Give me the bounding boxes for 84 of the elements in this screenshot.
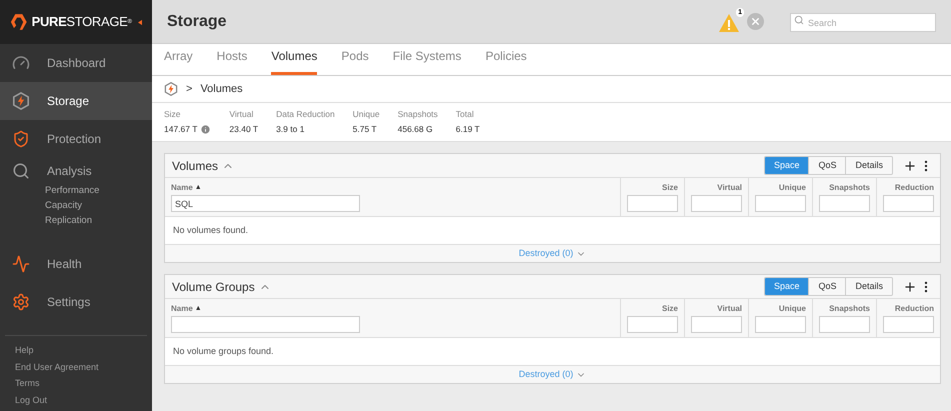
stat-value: 5.75 T — [352, 123, 377, 136]
stat-value: 3.9 to 1 — [276, 123, 304, 136]
nav-subitem[interactable]: Replication — [45, 214, 152, 227]
column-header[interactable]: Size — [662, 303, 678, 315]
gear-icon — [12, 293, 30, 311]
filter-field[interactable] — [819, 195, 870, 212]
logo-icon — [10, 12, 28, 32]
column-header[interactable]: Unique — [778, 182, 806, 194]
filter-field[interactable]: SQL — [171, 195, 360, 212]
lightning-hexagon-icon — [12, 92, 30, 110]
filter-field[interactable] — [819, 316, 870, 333]
add-icon[interactable] — [903, 280, 917, 294]
nav-subitem[interactable]: Capacity — [45, 199, 152, 212]
warning-icon[interactable] — [719, 14, 739, 32]
tab[interactable]: Policies — [485, 47, 527, 75]
view-toggle[interactable]: Space — [764, 278, 808, 295]
filter-field[interactable] — [627, 316, 678, 333]
destroyed-toggle[interactable]: Destroyed (0) — [518, 246, 586, 260]
filter-field[interactable] — [691, 195, 742, 212]
collapse-arrow-icon[interactable] — [138, 18, 142, 26]
nav-item[interactable]: Settings — [0, 283, 152, 321]
stat-value: 23.40 T — [229, 123, 258, 136]
magnifier-icon — [12, 162, 30, 180]
lightning-hexagon-icon — [164, 82, 178, 96]
empty-message: No volumes found. — [173, 224, 248, 237]
view-toggle[interactable]: Details — [845, 157, 892, 174]
filter-field[interactable] — [171, 316, 360, 333]
column-header[interactable]: Snapshots — [829, 303, 870, 315]
info-icon[interactable] — [200, 124, 212, 135]
tab[interactable]: Array — [164, 47, 193, 75]
column-header[interactable]: Unique — [778, 303, 806, 315]
nav-item[interactable]: Protection — [0, 120, 152, 158]
tab[interactable]: File Systems — [392, 47, 462, 75]
search-field[interactable]: Search — [790, 13, 936, 32]
stat-label: Data Reduction — [276, 108, 335, 121]
shield-check-icon — [12, 130, 30, 148]
column-header[interactable]: Virtual — [717, 303, 742, 315]
tab[interactable]: Hosts — [216, 47, 248, 75]
column-header[interactable]: Reduction — [894, 303, 934, 315]
footer-link[interactable]: Help — [5, 344, 147, 358]
column-header[interactable]: Name — [171, 303, 193, 315]
page-title: Storage — [167, 12, 227, 32]
column-header[interactable]: Virtual — [717, 182, 742, 194]
stat-label: Snapshots — [398, 108, 438, 121]
breadcrumb-current: Volumes — [200, 82, 243, 97]
nav-subitem[interactable]: Performance — [45, 184, 152, 197]
column-header[interactable]: Name — [171, 182, 193, 194]
gauge-icon — [12, 54, 30, 72]
footer-link[interactable]: Log Out — [5, 394, 147, 407]
pulse-icon — [12, 255, 30, 273]
stat-value: 147.67 T — [164, 123, 198, 136]
footer-link[interactable]: Terms — [5, 377, 147, 390]
brand-name: PURESTORAGE$^{®}$ — [32, 13, 132, 32]
add-icon[interactable] — [903, 158, 917, 172]
destroyed-toggle[interactable]: Destroyed (0) — [518, 368, 586, 382]
search-icon — [794, 14, 804, 24]
view-toggle[interactable]: Details — [845, 278, 892, 295]
nav-item[interactable]: Analysis — [0, 158, 152, 184]
nav-item[interactable]: Health — [0, 245, 152, 283]
panel-title: Volume Groups — [172, 278, 255, 296]
filter-field[interactable] — [627, 195, 678, 212]
dismiss-icon[interactable] — [747, 13, 764, 30]
stat-label: Virtual — [229, 108, 254, 121]
footer-link[interactable]: End User Agreement — [5, 360, 147, 374]
column-header[interactable]: Reduction — [894, 182, 934, 194]
nav-item[interactable]: Dashboard — [0, 44, 152, 82]
stat-value: 6.19 T — [456, 123, 480, 136]
nav-item[interactable]: Storage — [0, 82, 152, 120]
stat-value: 456.68 G — [398, 123, 433, 136]
empty-message: No volume groups found. — [173, 344, 274, 358]
filter-field[interactable] — [883, 195, 934, 212]
filter-field[interactable] — [755, 195, 806, 212]
stat-label: Size — [164, 108, 182, 121]
column-header[interactable]: Size — [662, 182, 678, 194]
stat-label: Total — [456, 108, 475, 121]
panel-title: Volumes — [172, 158, 218, 174]
filter-field[interactable] — [883, 316, 934, 333]
tab[interactable]: Pods — [341, 47, 369, 75]
stat-label: Unique — [352, 108, 380, 121]
view-toggle[interactable]: Space — [764, 157, 808, 174]
breadcrumb-separator: > — [186, 82, 192, 97]
column-header[interactable]: Snapshots — [829, 182, 870, 194]
filter-field[interactable] — [755, 316, 806, 333]
filter-field[interactable] — [691, 316, 742, 333]
